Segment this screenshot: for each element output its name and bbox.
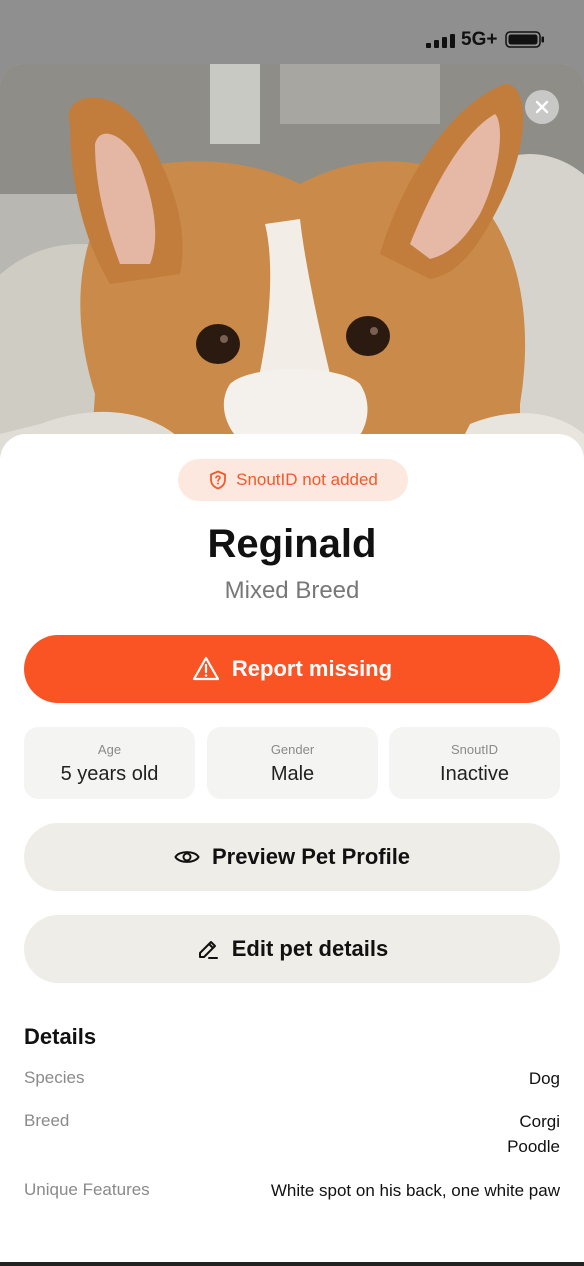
- close-icon: [535, 100, 549, 114]
- eye-icon: [174, 851, 200, 863]
- pet-detail-panel: SnoutID not added Reginald Mixed Breed R…: [0, 434, 584, 1266]
- edit-pet-details-button[interactable]: Edit pet details: [24, 915, 560, 983]
- shield-question-icon: [210, 470, 227, 490]
- battery-icon: [505, 31, 544, 48]
- stat-gender-value: Male: [270, 763, 315, 785]
- home-indicator: [0, 1262, 584, 1266]
- species-value: Dog: [528, 1069, 560, 1088]
- stat-age: Age 5 years old: [24, 727, 195, 799]
- pet-photo-container: [0, 64, 584, 464]
- close-button[interactable]: [525, 90, 559, 124]
- warning-triangle-icon: [192, 656, 220, 681]
- stat-gender-label: Gender: [270, 742, 315, 757]
- status-bar: 5G+: [0, 0, 584, 64]
- pet-photo: [0, 64, 584, 464]
- details-heading: Details: [24, 1024, 97, 1049]
- snoutid-status-badge[interactable]: SnoutID not added: [178, 459, 408, 501]
- stat-snoutid-label: SnoutID: [451, 742, 498, 757]
- snoutid-badge-label: SnoutID not added: [236, 470, 378, 489]
- signal-icon: [426, 34, 455, 48]
- preview-pet-profile-button[interactable]: Preview Pet Profile: [24, 823, 560, 891]
- stat-gender: Gender Male: [207, 727, 378, 799]
- stat-age-label: Age: [97, 742, 122, 757]
- edit-pencil-icon: [198, 941, 218, 959]
- species-label: Species: [24, 1068, 85, 1087]
- edit-pet-details-label: Edit pet details: [231, 936, 389, 961]
- preview-pet-profile-label: Preview Pet Profile: [211, 844, 411, 869]
- network-label: 5G+: [461, 29, 498, 50]
- stat-snoutid-value: Inactive: [440, 763, 509, 785]
- unique-features-label: Unique Features: [24, 1180, 150, 1199]
- report-missing-button[interactable]: Report missing: [24, 635, 560, 703]
- pet-name: Reginald: [207, 522, 377, 566]
- stat-snoutid: SnoutID Inactive: [389, 727, 560, 799]
- unique-features-value: White spot on his back, one white paw: [270, 1181, 560, 1200]
- breed-label: Breed: [24, 1111, 70, 1130]
- breed-value: Corgi Poodle: [507, 1112, 560, 1156]
- stat-age-value: 5 years old: [60, 763, 159, 785]
- pet-breed: Mixed Breed: [224, 577, 360, 604]
- report-missing-label: Report missing: [231, 656, 393, 681]
